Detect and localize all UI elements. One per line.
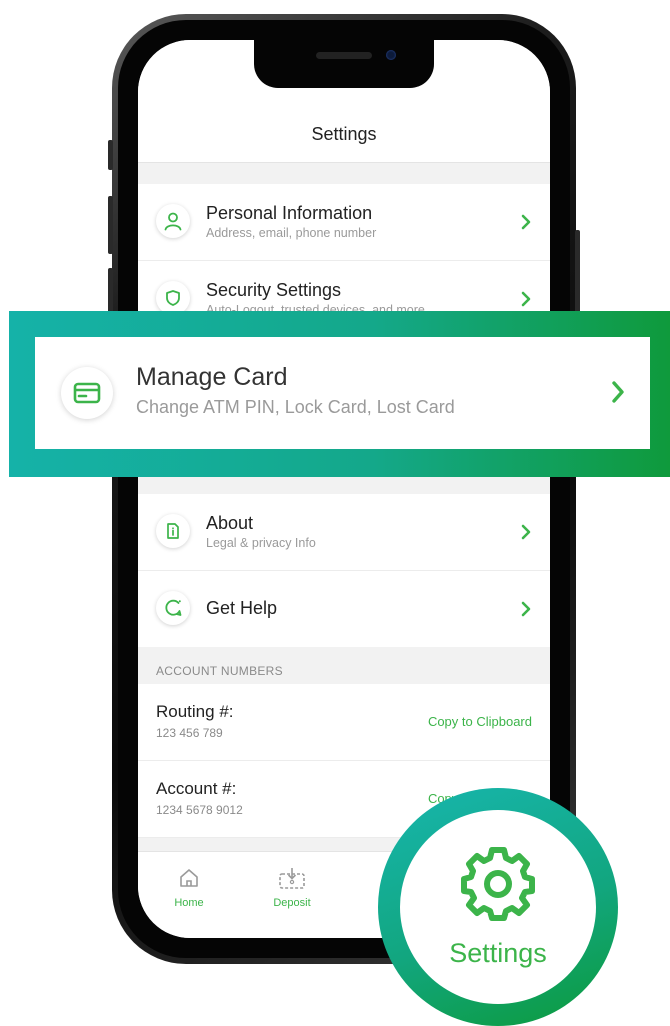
menu-item-title: About xyxy=(206,513,254,533)
menu-item-get-help[interactable]: Get Help xyxy=(138,571,550,647)
power-button xyxy=(575,230,580,320)
manage-card-subtitle: Change ATM PIN, Lock Card, Lost Card xyxy=(136,397,455,417)
account-value: 1234 5678 9012 xyxy=(156,803,243,817)
settings-tab-label: Settings xyxy=(449,938,547,968)
account-label: Account #: xyxy=(156,779,237,798)
settings-tab[interactable]: Settings xyxy=(400,810,596,1004)
menu-item-title: Security Settings xyxy=(206,280,342,300)
tab-label: Home xyxy=(174,897,204,909)
menu-item-about[interactable]: About Legal & privacy Info xyxy=(138,494,550,571)
person-icon xyxy=(156,204,190,238)
menu-item-title: Get Help xyxy=(206,598,278,618)
deposit-icon xyxy=(279,868,305,889)
routing-number-row: Routing #: 123 456 789 Copy to Clipboard xyxy=(138,684,550,761)
chevron-right-icon xyxy=(521,524,531,540)
chevron-right-icon xyxy=(521,291,531,307)
section-header-account-numbers: ACCOUNT NUMBERS xyxy=(156,664,283,678)
speaker-grille xyxy=(316,52,372,59)
settings-tab-highlight: Settings xyxy=(378,788,618,1026)
menu-item-personal-information[interactable]: Personal Information Address, email, pho… xyxy=(138,184,550,261)
routing-value: 123 456 789 xyxy=(156,726,223,740)
tab-deposit[interactable]: Deposit xyxy=(252,866,332,909)
document-info-icon xyxy=(156,514,190,548)
chevron-right-icon xyxy=(612,381,624,403)
menu-item-subtitle: Address, email, phone number xyxy=(206,226,377,240)
routing-label: Routing #: xyxy=(156,702,234,721)
page-title: Settings xyxy=(311,124,377,144)
chevron-right-icon xyxy=(521,601,531,617)
shield-icon xyxy=(156,281,190,315)
menu-item-title: Personal Information xyxy=(206,203,373,223)
chat-bubble-icon xyxy=(156,591,190,625)
manage-card-title: Manage Card xyxy=(136,363,288,391)
chevron-right-icon xyxy=(521,214,531,230)
gear-icon xyxy=(461,847,535,921)
copy-routing-button[interactable]: Copy to Clipboard xyxy=(428,714,532,729)
mute-switch xyxy=(108,140,113,170)
tab-home[interactable]: Home xyxy=(149,866,229,909)
manage-card-row[interactable]: Manage Card Change ATM PIN, Lock Card, L… xyxy=(35,337,650,449)
front-camera xyxy=(386,50,396,60)
manage-card-callout: Manage Card Change ATM PIN, Lock Card, L… xyxy=(9,311,670,477)
notch xyxy=(254,40,434,88)
tab-label: Deposit xyxy=(273,897,311,909)
menu-item-subtitle: Legal & privacy Info xyxy=(206,536,316,550)
volume-up-button xyxy=(108,196,113,254)
home-icon xyxy=(180,869,198,887)
credit-card-icon xyxy=(61,367,113,419)
